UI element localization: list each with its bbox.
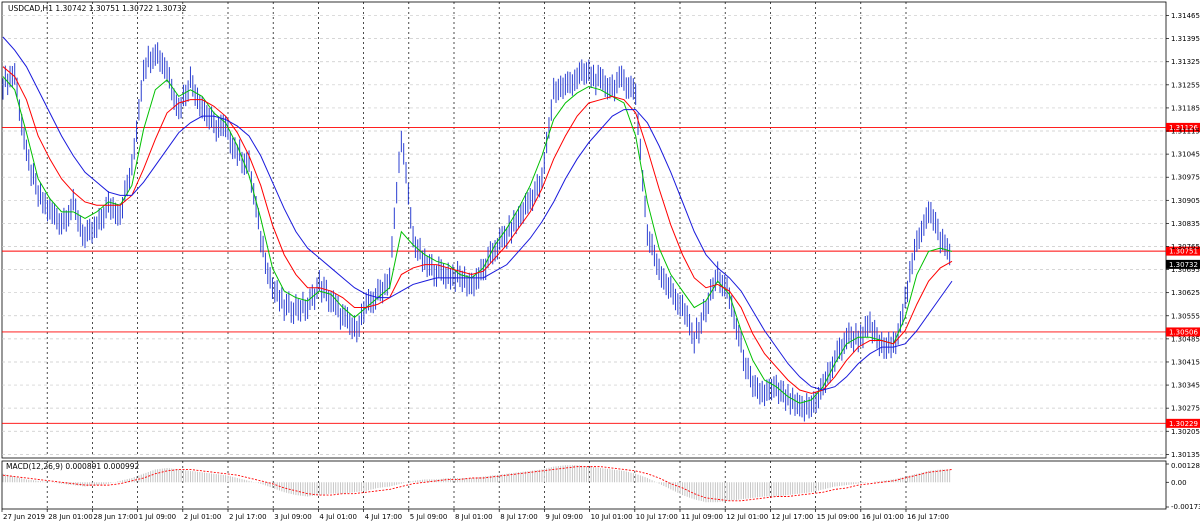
time-tick-label: 10 Jul 17:00 bbox=[636, 513, 678, 521]
price-tick-label: 1.30835 bbox=[1171, 220, 1200, 228]
time-tick-label: 16 Jul 01:00 bbox=[862, 513, 904, 521]
time-tick-label: 8 Jul 17:00 bbox=[500, 513, 538, 521]
price-tick-label: 1.30555 bbox=[1171, 312, 1200, 320]
chart-canvas[interactable]: 1.311261.307511.305061.302291.30732 USDC… bbox=[0, 0, 1200, 523]
price-tick-label: 1.30205 bbox=[1171, 428, 1200, 436]
time-tick-label: 4 Jul 01:00 bbox=[319, 513, 357, 521]
macd-tick-label: 0.001284 bbox=[1171, 462, 1200, 470]
time-tick-label: 5 Jul 09:00 bbox=[410, 513, 448, 521]
time-tick-label: 28 Jun 17:00 bbox=[93, 513, 137, 521]
macd-tick-label: -0.001738 bbox=[1171, 503, 1200, 511]
price-tick-label: 1.30765 bbox=[1171, 243, 1200, 251]
price-tick-label: 1.30275 bbox=[1171, 405, 1200, 413]
time-tick-label: 1 Jul 09:00 bbox=[139, 513, 177, 521]
time-tick-label: 4 Jul 17:00 bbox=[365, 513, 403, 521]
price-tick-label: 1.30695 bbox=[1171, 266, 1200, 274]
price-pane[interactable]: 1.311261.307511.305061.302291.30732 USDC… bbox=[1, 1, 1200, 459]
price-tick-label: 1.30485 bbox=[1171, 335, 1200, 343]
level-marker-label: 1.30229 bbox=[1169, 420, 1198, 428]
time-tick-label: 12 Jul 17:00 bbox=[771, 513, 813, 521]
time-tick-label: 9 Jul 09:00 bbox=[545, 513, 583, 521]
symbol-header: USDCAD,H1 1.30742 1.30751 1.30722 1.3073… bbox=[8, 4, 187, 13]
price-tick-label: 1.30415 bbox=[1171, 358, 1200, 366]
price-tick-label: 1.31115 bbox=[1171, 128, 1200, 136]
macd-header: MACD(12,26,9) 0.000891 0.000992 bbox=[6, 462, 140, 471]
price-tick-label: 1.30345 bbox=[1171, 382, 1200, 390]
time-tick-label: 11 Jul 09:00 bbox=[681, 513, 723, 521]
price-tick-label: 1.30625 bbox=[1171, 289, 1200, 297]
time-tick-label: 2 Jul 01:00 bbox=[184, 513, 222, 521]
price-tick-label: 1.30905 bbox=[1171, 197, 1200, 205]
price-tick-label: 1.31395 bbox=[1171, 35, 1200, 43]
price-tick-label: 1.31325 bbox=[1171, 58, 1200, 66]
time-tick-label: 28 Jun 01:00 bbox=[48, 513, 92, 521]
time-tick-label: 15 Jul 09:00 bbox=[817, 513, 859, 521]
time-tick-label: 3 Jul 09:00 bbox=[274, 513, 312, 521]
macd-pane[interactable]: MACD(12,26,9) 0.000891 0.000992 0.001284… bbox=[1, 460, 1200, 511]
time-tick-label: 12 Jul 01:00 bbox=[726, 513, 768, 521]
price-tick-label: 1.30135 bbox=[1171, 451, 1200, 459]
time-tick-label: 8 Jul 01:00 bbox=[455, 513, 493, 521]
price-tick-label: 1.31255 bbox=[1171, 81, 1200, 89]
price-tick-label: 1.30975 bbox=[1171, 174, 1200, 182]
time-tick-label: 2 Jul 17:00 bbox=[229, 513, 267, 521]
macd-tick-label: 0.00 bbox=[1171, 479, 1187, 487]
time-tick-label: 10 Jul 01:00 bbox=[591, 513, 633, 521]
price-tick-label: 1.31045 bbox=[1171, 151, 1200, 159]
price-tick-label: 1.31185 bbox=[1171, 104, 1200, 112]
time-tick-label: 16 Jul 17:00 bbox=[907, 513, 949, 521]
time-tick-label: 27 Jun 2019 bbox=[3, 513, 45, 521]
price-tick-label: 1.31465 bbox=[1171, 12, 1200, 20]
